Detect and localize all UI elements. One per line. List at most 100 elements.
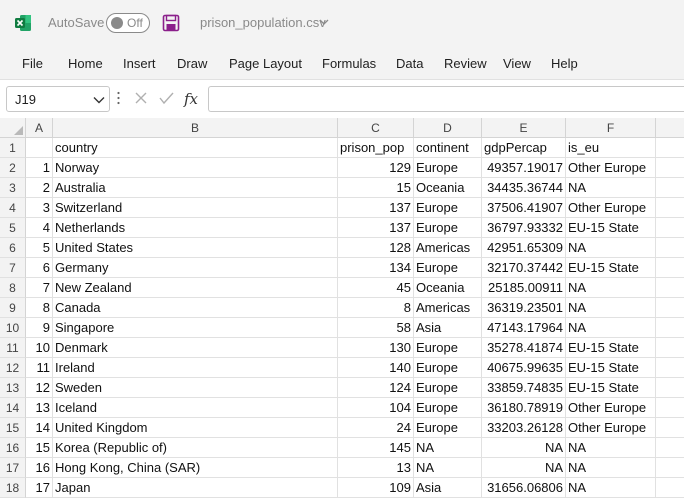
tab-file[interactable]: File	[22, 56, 43, 71]
header-cell[interactable]: continent	[414, 138, 482, 158]
column-header-b[interactable]: B	[53, 118, 338, 138]
row-header[interactable]: 15	[0, 418, 26, 438]
chevron-down-icon[interactable]	[319, 18, 329, 26]
empty-cell[interactable]	[656, 158, 684, 178]
row-header[interactable]: 3	[0, 178, 26, 198]
row-header[interactable]: 4	[0, 198, 26, 218]
empty-cell[interactable]	[656, 418, 684, 438]
tab-insert[interactable]: Insert	[123, 56, 156, 71]
table-cell[interactable]: 42951.65309	[482, 238, 566, 258]
select-all-corner[interactable]	[0, 118, 26, 138]
table-cell[interactable]: 145	[338, 438, 414, 458]
row-header[interactable]: 1	[0, 138, 26, 158]
table-cell[interactable]: Norway	[53, 158, 338, 178]
table-cell[interactable]: Germany	[53, 258, 338, 278]
table-cell[interactable]: Korea (Republic of)	[53, 438, 338, 458]
table-cell[interactable]: 25185.00911	[482, 278, 566, 298]
table-cell[interactable]: 104	[338, 398, 414, 418]
table-cell[interactable]: 47143.17964	[482, 318, 566, 338]
table-cell[interactable]: 14	[26, 418, 53, 438]
table-cell[interactable]: 32170.37442	[482, 258, 566, 278]
table-cell[interactable]: 31656.06806	[482, 478, 566, 498]
empty-cell[interactable]	[656, 258, 684, 278]
table-cell[interactable]: 137	[338, 198, 414, 218]
row-header[interactable]: 12	[0, 358, 26, 378]
table-cell[interactable]: Switzerland	[53, 198, 338, 218]
empty-cell[interactable]	[656, 198, 684, 218]
table-cell[interactable]: 124	[338, 378, 414, 398]
table-cell[interactable]: Canada	[53, 298, 338, 318]
column-header-a[interactable]: A	[26, 118, 53, 138]
table-cell[interactable]: Japan	[53, 478, 338, 498]
table-cell[interactable]: Netherlands	[53, 218, 338, 238]
row-header[interactable]: 5	[0, 218, 26, 238]
table-cell[interactable]: NA	[482, 438, 566, 458]
table-cell[interactable]: 5	[26, 238, 53, 258]
table-cell[interactable]: 49357.19017	[482, 158, 566, 178]
table-cell[interactable]: 1	[26, 158, 53, 178]
table-cell[interactable]: Oceania	[414, 278, 482, 298]
table-cell[interactable]: 15	[338, 178, 414, 198]
empty-cell[interactable]	[656, 478, 684, 498]
table-cell[interactable]: EU-15 State	[566, 338, 656, 358]
table-cell[interactable]: 15	[26, 438, 53, 458]
chevron-down-icon[interactable]	[93, 96, 105, 104]
header-cell[interactable]: country	[53, 138, 338, 158]
table-cell[interactable]: 58	[338, 318, 414, 338]
table-cell[interactable]: 13	[26, 398, 53, 418]
table-cell[interactable]: 130	[338, 338, 414, 358]
row-header[interactable]: 14	[0, 398, 26, 418]
row-header[interactable]: 8	[0, 278, 26, 298]
table-cell[interactable]: 9	[26, 318, 53, 338]
table-cell[interactable]: 109	[338, 478, 414, 498]
table-cell[interactable]: Americas	[414, 298, 482, 318]
table-cell[interactable]: Iceland	[53, 398, 338, 418]
table-cell[interactable]: 12	[26, 378, 53, 398]
table-cell[interactable]: NA	[566, 178, 656, 198]
table-cell[interactable]: 8	[26, 298, 53, 318]
row-header[interactable]: 11	[0, 338, 26, 358]
table-cell[interactable]: Denmark	[53, 338, 338, 358]
fx-icon[interactable]: fx	[183, 90, 199, 108]
table-cell[interactable]: 128	[338, 238, 414, 258]
table-cell[interactable]: NA	[414, 438, 482, 458]
tab-review[interactable]: Review	[444, 56, 487, 71]
table-cell[interactable]: Europe	[414, 378, 482, 398]
column-header-f[interactable]: F	[566, 118, 656, 138]
table-cell[interactable]: Europe	[414, 198, 482, 218]
table-cell[interactable]: 137	[338, 218, 414, 238]
table-cell[interactable]: 33203.26128	[482, 418, 566, 438]
table-cell[interactable]: Europe	[414, 398, 482, 418]
header-cell[interactable]: prison_pop	[338, 138, 414, 158]
table-cell[interactable]: EU-15 State	[566, 218, 656, 238]
tab-draw[interactable]: Draw	[177, 56, 207, 71]
table-cell[interactable]: NA	[566, 458, 656, 478]
table-cell[interactable]: 35278.41874	[482, 338, 566, 358]
row-header[interactable]: 9	[0, 298, 26, 318]
table-cell[interactable]: United Kingdom	[53, 418, 338, 438]
table-cell[interactable]: United States	[53, 238, 338, 258]
table-cell[interactable]: EU-15 State	[566, 358, 656, 378]
table-cell[interactable]: NA	[414, 458, 482, 478]
empty-cell[interactable]	[656, 238, 684, 258]
name-box[interactable]: J19	[6, 86, 110, 112]
table-cell[interactable]: 8	[338, 298, 414, 318]
tab-data[interactable]: Data	[396, 56, 423, 71]
empty-cell[interactable]	[656, 278, 684, 298]
column-header-e[interactable]: E	[482, 118, 566, 138]
empty-cell[interactable]	[656, 218, 684, 238]
table-cell[interactable]: EU-15 State	[566, 378, 656, 398]
table-cell[interactable]: 34435.36744	[482, 178, 566, 198]
row-header[interactable]: 6	[0, 238, 26, 258]
table-cell[interactable]: Other Europe	[566, 198, 656, 218]
empty-cell[interactable]	[656, 358, 684, 378]
table-cell[interactable]: 4	[26, 218, 53, 238]
header-cell[interactable]	[26, 138, 53, 158]
table-cell[interactable]: 3	[26, 198, 53, 218]
table-cell[interactable]: Europe	[414, 258, 482, 278]
cancel-x-icon[interactable]	[135, 92, 147, 104]
table-cell[interactable]: Singapore	[53, 318, 338, 338]
autosave-toggle[interactable]: Off	[106, 13, 150, 33]
table-cell[interactable]: 134	[338, 258, 414, 278]
table-cell[interactable]: NA	[566, 238, 656, 258]
